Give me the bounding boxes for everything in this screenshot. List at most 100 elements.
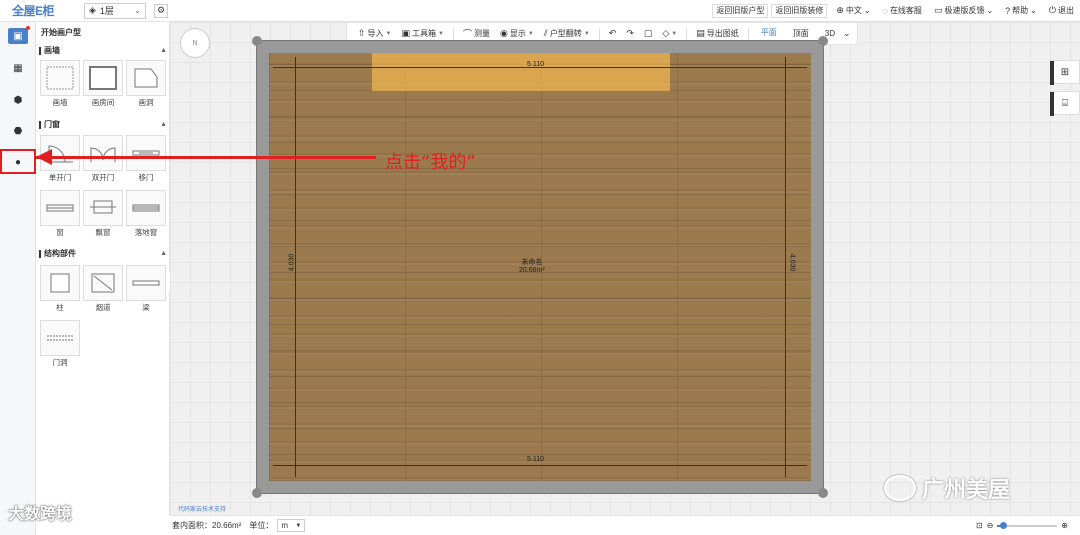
highlight-box	[0, 149, 36, 174]
tile-floor-window[interactable]: 落地窗	[126, 190, 166, 238]
help-icon: ?	[1005, 5, 1011, 16]
left-rail: ▣ ▦ ⬢ ⬣ ●	[0, 22, 36, 535]
room-walls[interactable]: 5.110 5.110 4.030 4.030 未命名 20.66m²	[252, 36, 828, 498]
floor-select-value: 1层	[99, 6, 114, 16]
tile-draw-hole[interactable]: 画洞	[126, 60, 166, 108]
chevron-down-icon: ▼	[671, 30, 678, 37]
zoom-slider[interactable]	[997, 521, 1058, 529]
tile-bay-window[interactable]: 飘窗	[83, 190, 123, 238]
rail-catalog-icon[interactable]: ▦	[8, 60, 28, 76]
watermark-right-text: 广州美屋	[922, 477, 1011, 502]
top-link-label: 退出	[1058, 6, 1074, 15]
tool-import[interactable]: ⇧ 导入 ▼	[358, 28, 392, 39]
wall-corner[interactable]	[252, 36, 262, 46]
wall-corner[interactable]	[818, 488, 828, 498]
tool-eraser[interactable]: ◇ ▼	[662, 28, 677, 39]
zoom-out-icon[interactable]: ⊖	[987, 521, 994, 530]
tile-flue[interactable]: 烟道	[83, 265, 123, 313]
zoom-in-icon[interactable]: ⊕	[1061, 521, 1068, 530]
power-icon: ⏻	[1048, 5, 1056, 15]
tile-draw-wall[interactable]: 画墙	[40, 60, 80, 108]
section-structure[interactable]: 结构部件 ▲	[39, 248, 167, 259]
back-old-floorplan-button[interactable]: 返回旧版户型	[712, 3, 769, 18]
feedback-icon: ▭	[933, 5, 943, 15]
panel-layout-button[interactable]: ⊞	[1050, 60, 1080, 85]
chevron-down-icon: ▼	[583, 30, 590, 37]
tile-double-door[interactable]: 双开门	[83, 135, 123, 183]
unit-select[interactable]: m ▼	[277, 519, 306, 532]
tool-label: 导出图纸	[706, 29, 739, 38]
section-walls[interactable]: 画墙 ▲	[39, 45, 167, 56]
top-link-headset[interactable]: ◌ 在线客服	[883, 5, 922, 16]
tile-beam[interactable]: 梁	[126, 265, 166, 313]
top-link-globe[interactable]: ⊕ 中文 ⌄	[836, 5, 870, 16]
tool-redo[interactable]: ↷	[626, 28, 634, 39]
tool-eye[interactable]: ◉ 显示 ▼	[500, 28, 534, 39]
camera-button[interactable]: ⌸	[1050, 91, 1080, 116]
room-label[interactable]: 未命名 20.66m²	[519, 259, 545, 275]
back-old-decor-button[interactable]: 返回旧版装修	[771, 3, 828, 18]
bottom-dimension: 5.110	[527, 456, 544, 463]
section-title: 结构部件	[44, 249, 76, 258]
tile-window[interactable]: 窗	[40, 190, 80, 238]
catalog-panel: 开始画户型 画墙 ▲ 画墙 画房间 画洞 门窗 ▲ 单开门 双开门 移门 窗 飘…	[36, 22, 170, 515]
floor-window-icon	[126, 190, 166, 226]
chevron-down-icon: ▼	[295, 522, 302, 529]
fit-view-icon[interactable]: ⊡	[976, 521, 983, 530]
gear-icon[interactable]: ⚙	[154, 3, 168, 18]
compass-icon[interactable]: N	[180, 28, 210, 58]
floor-select[interactable]: ◈ 1层 ⌄	[84, 2, 146, 19]
double-door-icon	[83, 135, 123, 171]
top-link-label: 帮助	[1012, 6, 1029, 15]
zoom-slider-handle[interactable]	[1000, 521, 1008, 529]
tool-undo[interactable]: ↶	[609, 28, 617, 39]
chevron-up-icon: ▲	[160, 121, 167, 128]
top-link-power[interactable]: ⏻ 退出	[1049, 5, 1074, 16]
tab-handle	[1050, 61, 1054, 85]
tile-label: 窗	[56, 228, 64, 237]
tile-door-opening[interactable]: 门洞	[40, 320, 80, 368]
map-icon: ▤	[696, 28, 705, 38]
watermark-right: 广州美屋	[884, 472, 1010, 504]
wall-corner[interactable]	[252, 488, 262, 498]
chevron-down-icon: ⌄	[1030, 6, 1037, 15]
zoom-controls: ⊡ ⊖ ⊕	[976, 521, 1068, 530]
annotation-arrow-line	[36, 156, 376, 159]
toolbar-divider	[686, 27, 688, 40]
room-icon	[83, 60, 123, 96]
sliding-door-icon	[126, 135, 166, 171]
tile-sliding-door[interactable]: 移门	[126, 135, 166, 183]
section-doors-windows[interactable]: 门窗 ▲	[39, 119, 167, 130]
top-link-feedback[interactable]: ▭ 极速版反馈 ⌄	[934, 5, 993, 16]
top-link-help[interactable]: ? 帮助 ⌄	[1005, 5, 1037, 16]
tile-label: 双开门	[91, 173, 115, 182]
tool-toolbox[interactable]: ▣ 工具箱 ▼	[402, 28, 444, 39]
wall-icon	[40, 60, 80, 96]
design-canvas[interactable]: N ⇧ 导入 ▼ ▣ 工具箱 ▼ ⌒ 测量 ◉ 显示 ▼ ⫽ 户型翻转 ▼ ↶ ↷ ▢ ◇ ▼ ▤ 导出图纸 平面 顶面 3D…	[170, 22, 1080, 515]
rail-cabinet-icon[interactable]: ⬣	[8, 123, 28, 139]
eye-icon: ◉	[499, 28, 508, 38]
tile-label: 门洞	[52, 358, 68, 367]
powered-by-text: 代码家云技术支持	[178, 507, 227, 513]
rail-model-icon[interactable]: ⬢	[8, 92, 28, 108]
hole-icon	[126, 60, 166, 96]
tile-draw-room[interactable]: 画房间	[83, 60, 123, 108]
app-logo[interactable]: 全屋E柜	[0, 2, 66, 19]
tile-column[interactable]: 柱	[40, 265, 80, 313]
room-area: 20.66m²	[519, 267, 545, 274]
wechat-icon	[884, 475, 916, 501]
tool-label: 测量	[473, 29, 490, 38]
measure-icon: ⌒	[462, 29, 472, 39]
tool-flip[interactable]: ⫽ 户型翻转 ▼	[544, 28, 590, 39]
tool-map[interactable]: ▤ 导出图纸	[696, 28, 739, 39]
status-bar: 套内面积：20.66m² 单位： m ▼ ⊡ ⊖ ⊕	[170, 515, 1080, 535]
flue-icon	[83, 265, 123, 301]
tool-save[interactable]: ▢	[644, 28, 653, 39]
wall-corner[interactable]	[818, 36, 828, 46]
headset-icon: ◌	[882, 5, 888, 16]
section-marker	[39, 46, 41, 55]
room-floor[interactable]: 5.110 5.110 4.030 4.030 未命名 20.66m²	[269, 53, 811, 481]
tool-measure[interactable]: ⌒ 测量	[463, 27, 490, 40]
rail-floorplan-icon[interactable]: ▣	[8, 26, 30, 44]
chevron-down-icon[interactable]: ⌄	[843, 28, 851, 39]
